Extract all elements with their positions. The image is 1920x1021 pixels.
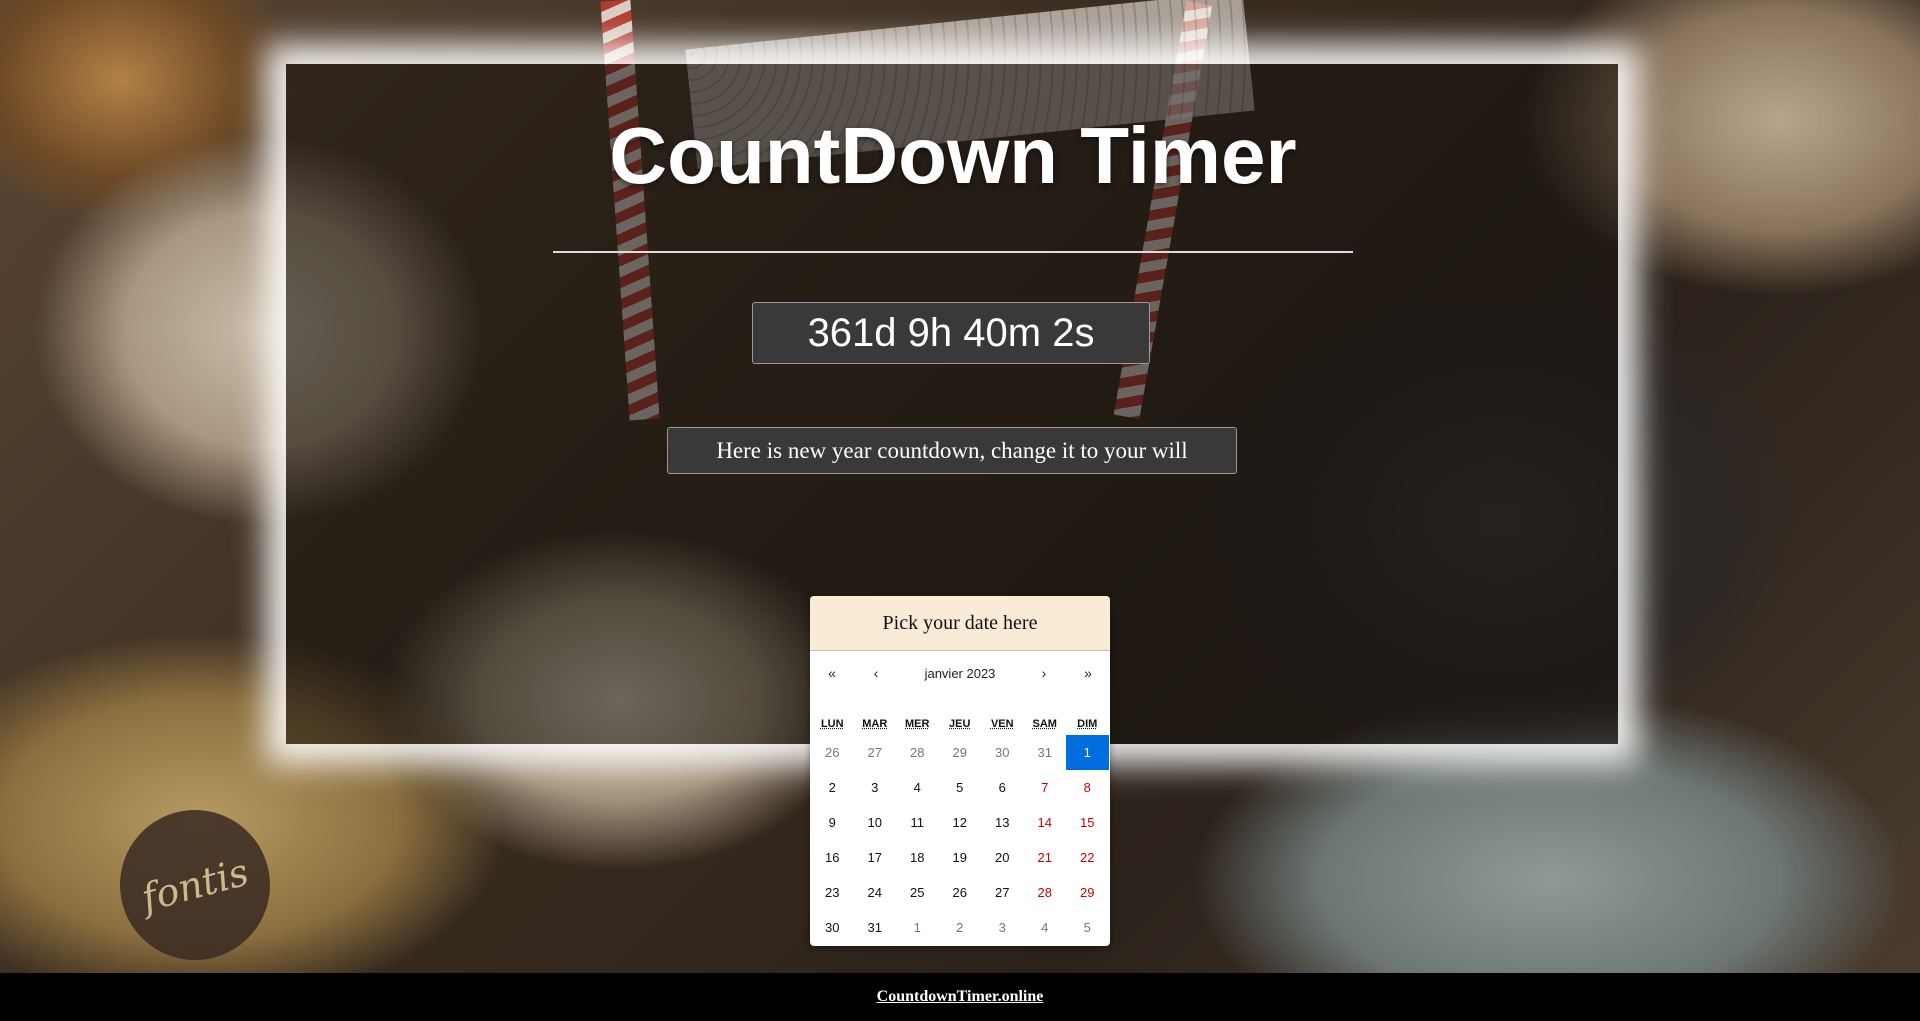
weekday-label: SAM <box>1032 718 1057 730</box>
calendar-day-button[interactable]: 29 <box>1066 875 1109 910</box>
prev-year-button[interactable]: « <box>810 665 854 681</box>
calendar-day-button[interactable]: 1 <box>896 910 939 945</box>
calendar-day-button[interactable]: 24 <box>854 875 897 910</box>
calendar-day-button[interactable]: 29 <box>939 735 982 770</box>
calendar-day-button[interactable]: 10 <box>854 805 897 840</box>
date-picker-heading: Pick your date here <box>810 596 1110 651</box>
footer: CountdownTimer.online <box>0 973 1920 1021</box>
title-divider <box>553 251 1353 253</box>
calendar-day-button[interactable]: 2 <box>811 770 854 805</box>
page-title: CountDown Timer <box>609 111 1297 200</box>
calendar-day-button[interactable]: 26 <box>811 735 854 770</box>
calendar-day-button[interactable]: 4 <box>1024 910 1067 945</box>
calendar-day-button[interactable]: 30 <box>811 910 854 945</box>
date-picker: Pick your date here « ‹ janvier 2023 › »… <box>810 596 1110 946</box>
calendar-day-button[interactable]: 27 <box>981 875 1024 910</box>
weekday-label: JEU <box>949 718 971 730</box>
calendar-week-row: 2345678 <box>810 770 1110 805</box>
calendar-day-button[interactable]: 11 <box>896 805 939 840</box>
calendar-day-button[interactable]: 31 <box>1024 735 1067 770</box>
calendar-day-button[interactable]: 9 <box>811 805 854 840</box>
weekday-label: MAR <box>862 718 888 730</box>
weekday-label: DIM <box>1077 718 1098 730</box>
calendar-day-button[interactable]: 23 <box>811 875 854 910</box>
calendar-day-button[interactable]: 30 <box>981 735 1024 770</box>
calendar-week-row: 16 17 18 19 20 21 22 <box>810 840 1110 875</box>
calendar-day-button[interactable]: 6 <box>981 770 1024 805</box>
calendar-day-button[interactable]: 25 <box>896 875 939 910</box>
calendar-day-button[interactable]: 7 <box>1024 770 1067 805</box>
countdown-message-input[interactable]: Here is new year countdown, change it to… <box>667 427 1237 474</box>
countdown-display: 361d 9h 40m 2s <box>752 302 1150 364</box>
calendar-day-button[interactable]: 18 <box>896 840 939 875</box>
calendar-day-button[interactable]: 27 <box>854 735 897 770</box>
calendar-day-button[interactable]: 28 <box>896 735 939 770</box>
calendar-day-button[interactable]: 4 <box>896 770 939 805</box>
calendar-day-button[interactable]: 21 <box>1024 840 1067 875</box>
calendar-navigation: « ‹ janvier 2023 › » <box>810 651 1110 695</box>
calendar-day-button[interactable]: 13 <box>981 805 1024 840</box>
calendar-day-button[interactable]: 28 <box>1024 875 1067 910</box>
calendar-day-button[interactable]: 14 <box>1024 805 1067 840</box>
calendar-day-button[interactable]: 26 <box>939 875 982 910</box>
calendar-day-button[interactable]: 19 <box>939 840 982 875</box>
weekday-label: MER <box>905 718 930 730</box>
calendar-day-button[interactable]: 16 <box>811 840 854 875</box>
footer-site-link[interactable]: CountdownTimer.online <box>877 988 1044 1006</box>
calendar-day-button[interactable]: 5 <box>939 770 982 805</box>
calendar-day-button[interactable]: 3 <box>854 770 897 805</box>
next-month-button[interactable]: › <box>1022 665 1066 681</box>
calendar-day-button[interactable]: 31 <box>854 910 897 945</box>
calendar-grid: 26 27 28 29 30 31 1 2 3 4 5 6 7 8 9 10 11 12 13 14 15 16 17 18 1… <box>810 735 1110 945</box>
calendar-week-row: 26 27 28 29 30 31 1 <box>810 735 1110 770</box>
calendar-day-button[interactable]: 12 <box>939 805 982 840</box>
calendar-day-button[interactable]: 3 <box>981 910 1024 945</box>
weekday-label: LUN <box>820 718 844 730</box>
calendar-day-button[interactable]: 1 <box>1066 735 1109 770</box>
weekday-label: VEN <box>990 718 1014 730</box>
calendar-day-button[interactable]: 15 <box>1066 805 1109 840</box>
calendar-day-button[interactable]: 5 <box>1066 910 1109 945</box>
calendar-day-button[interactable]: 17 <box>854 840 897 875</box>
calendar-day-button[interactable]: 20 <box>981 840 1024 875</box>
next-year-button[interactable]: » <box>1066 665 1110 681</box>
calendar-week-row: 30 31 1 2 3 4 5 <box>810 910 1110 945</box>
calendar-week-row: 23 24 25 26 27 28 29 <box>810 875 1110 910</box>
prev-month-button[interactable]: ‹ <box>854 665 898 681</box>
fontis-logo: fontis <box>103 793 287 973</box>
calendar-day-button[interactable]: 2 <box>939 910 982 945</box>
calendar-day-button[interactable]: 8 <box>1066 770 1109 805</box>
month-label-button[interactable]: janvier 2023 <box>898 666 1022 681</box>
calendar-weekday-header: LUN MAR MER JEU VEN SAM DIM <box>810 713 1110 735</box>
calendar-week-row: 9 10 11 12 13 14 15 <box>810 805 1110 840</box>
calendar-day-button[interactable]: 22 <box>1066 840 1109 875</box>
